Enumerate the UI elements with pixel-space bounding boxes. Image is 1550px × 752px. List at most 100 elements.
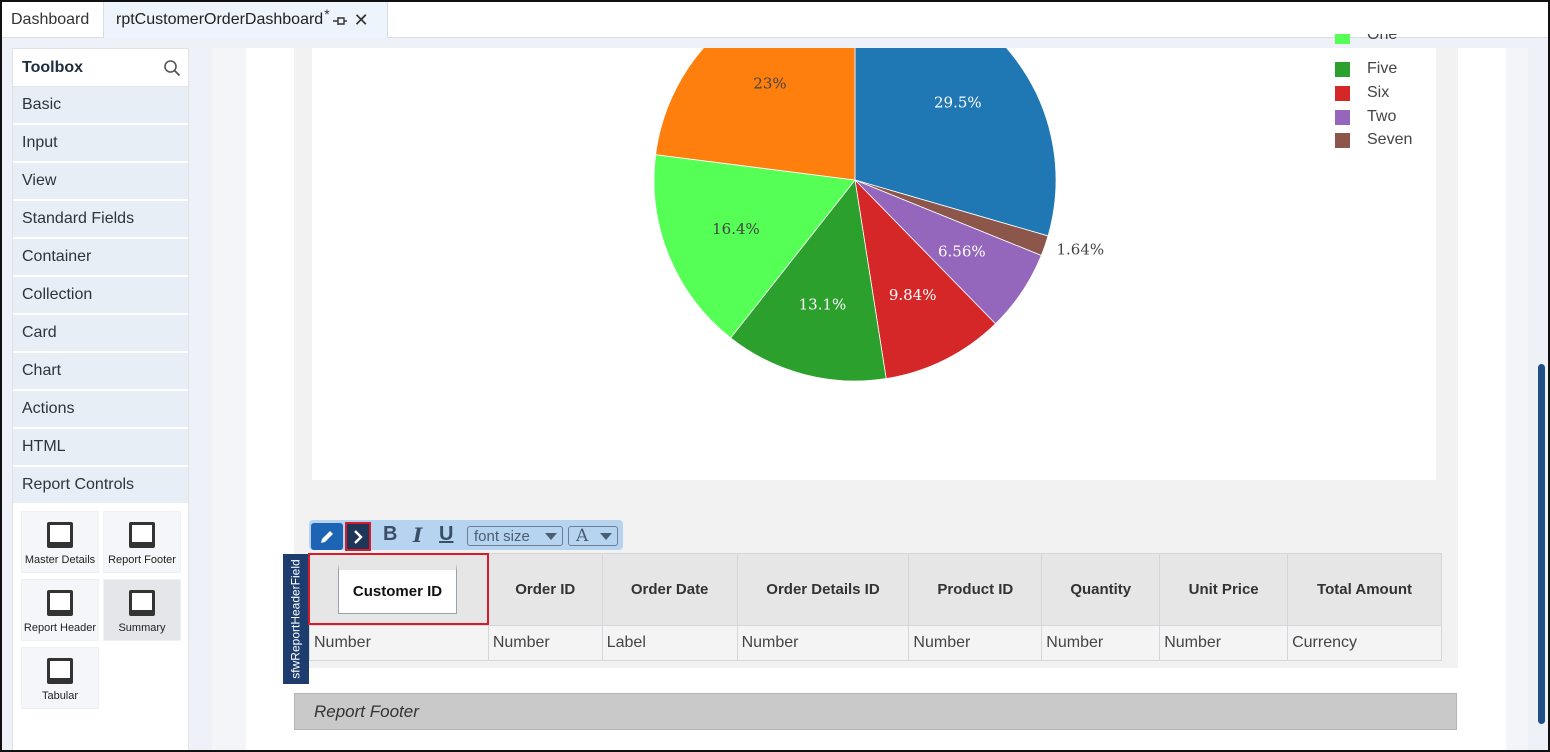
- toolbox-category-label: Input: [22, 134, 58, 151]
- tool-label: Master Details: [24, 554, 96, 566]
- toolbox-category-actions[interactable]: Actions: [13, 391, 188, 429]
- tool-label: Summary: [118, 622, 166, 634]
- field-type-cell[interactable]: Number: [309, 624, 489, 662]
- legend-label: Five: [1367, 60, 1398, 77]
- tab-rpt-customer-order-dashboard[interactable]: rptCustomerOrderDashboard * ✕: [104, 2, 388, 38]
- tool-master-details[interactable]: Master Details: [21, 511, 99, 573]
- legend-label: One: [1367, 34, 1398, 43]
- control-icon: [47, 658, 73, 684]
- tool-label: Tabular: [41, 690, 79, 702]
- toolbox-category-container[interactable]: Container: [13, 239, 188, 277]
- column-header-order-details-id[interactable]: Order Details ID: [736, 553, 910, 626]
- toolbox-category-label: Chart: [22, 362, 62, 379]
- legend-swatch: [1335, 85, 1350, 101]
- underline-button[interactable]: U: [439, 523, 453, 546]
- report-footer-section[interactable]: Report Footer: [294, 693, 1457, 730]
- modified-indicator: *: [324, 6, 330, 22]
- next-button[interactable]: [345, 522, 371, 551]
- close-icon[interactable]: ✕: [354, 11, 369, 29]
- column-header-unit-price[interactable]: Unit Price: [1159, 553, 1289, 626]
- bold-button[interactable]: B: [383, 523, 397, 546]
- pie-slice-label: 29.5%: [934, 94, 982, 112]
- tool-label: Report Header: [23, 622, 97, 634]
- field-type-cell[interactable]: Currency: [1287, 624, 1442, 662]
- tab-report-label: rptCustomerOrderDashboard: [116, 11, 324, 28]
- tool-report-header[interactable]: Report Header: [21, 579, 99, 641]
- column-header-order-id[interactable]: Order ID: [487, 553, 603, 626]
- toolbox-category-label: Actions: [22, 400, 75, 417]
- tool-label: Report Footer: [108, 554, 176, 566]
- legend-label: Two: [1367, 108, 1397, 125]
- chevron-down-icon: [545, 533, 557, 540]
- toolbox-category-card[interactable]: Card: [13, 315, 188, 353]
- toolbox-category-collection[interactable]: Collection: [13, 277, 188, 315]
- toolbox-category-label: Report Controls: [22, 476, 135, 493]
- column-header-quantity[interactable]: Quantity: [1041, 553, 1161, 626]
- tab-dashboard[interactable]: Dashboard: [2, 2, 104, 38]
- legend-item-one[interactable]: One: [1335, 34, 1397, 48]
- field-type-label: Label: [606, 633, 646, 651]
- field-type-cell[interactable]: Number: [908, 624, 1043, 662]
- tool-report-footer[interactable]: Report Footer: [103, 511, 181, 573]
- pie-slice-label: 9.84%: [889, 286, 937, 304]
- pin-icon[interactable]: [332, 14, 348, 28]
- table-row: Number Number Label Number Number Number…: [309, 624, 1442, 662]
- legend-swatch: [1335, 132, 1350, 148]
- column-header-label: Unit Price: [1188, 580, 1259, 598]
- toolbox-category-standard-fields[interactable]: Standard Fields: [13, 201, 188, 239]
- column-header-label: Order Date: [630, 580, 709, 598]
- column-header-label: Product ID: [937, 580, 1014, 598]
- legend-item-seven[interactable]: Seven: [1335, 131, 1412, 149]
- tool-tabular[interactable]: Tabular: [21, 647, 99, 709]
- column-header-product-id[interactable]: Product ID: [908, 553, 1043, 626]
- toolbox-category-label: View: [22, 172, 57, 189]
- toolbox-category-view[interactable]: View: [13, 163, 188, 201]
- customer-id-label: Customer ID: [352, 583, 443, 600]
- toolbox-category-chart[interactable]: Chart: [13, 353, 188, 391]
- font-size-label: font size: [474, 527, 530, 545]
- column-header-label: Order Details ID: [766, 580, 880, 598]
- control-icon: [129, 590, 155, 616]
- control-icon: [47, 522, 73, 548]
- field-type-cell[interactable]: Number: [487, 624, 603, 662]
- report-header-field-label: sfwReportHeaderField: [289, 559, 304, 679]
- column-header-order-date[interactable]: Order Date: [601, 553, 738, 626]
- toolbox-category-basic[interactable]: Basic: [13, 87, 188, 125]
- legend-item-five[interactable]: Five: [1335, 60, 1397, 78]
- pie-slice-label: 13.1%: [799, 295, 847, 313]
- pie-slice-label: 1.64%: [1056, 240, 1104, 258]
- font-color-label: A: [576, 526, 589, 546]
- tool-summary[interactable]: Summary: [103, 579, 181, 641]
- pie-slice-label: 6.56%: [938, 243, 986, 261]
- column-header-label: Total Amount: [1317, 580, 1413, 598]
- field-type-cell[interactable]: Number: [736, 624, 910, 662]
- customer-id-header-field[interactable]: Customer ID: [338, 564, 457, 614]
- pie-slice-label: 16.4%: [712, 220, 760, 238]
- italic-button[interactable]: I: [413, 523, 422, 547]
- toolbox-category-label: Basic: [22, 96, 62, 113]
- control-icon: [129, 522, 155, 548]
- toolbox-category-html[interactable]: HTML: [13, 429, 188, 467]
- legend-item-six[interactable]: Six: [1335, 84, 1389, 102]
- toolbox-category-report-controls[interactable]: Report Controls: [13, 467, 188, 505]
- edit-button[interactable]: [311, 523, 343, 550]
- font-color-select[interactable]: A: [568, 526, 618, 546]
- report-controls-grid: Master Details Report Footer Report Head…: [13, 505, 188, 715]
- toolbox-category-label: Card: [22, 324, 57, 341]
- vertical-scrollbar[interactable]: [1538, 364, 1545, 724]
- toolbox-category-label: HTML: [22, 438, 66, 455]
- field-type-cell[interactable]: Number: [1159, 624, 1289, 662]
- chevron-down-icon: [600, 533, 612, 540]
- search-icon[interactable]: [163, 59, 181, 77]
- toolbox-header: Toolbox: [13, 49, 188, 87]
- font-size-select[interactable]: font size: [467, 526, 563, 546]
- column-header-label: Quantity: [1070, 580, 1132, 598]
- column-header-label: Order ID: [515, 580, 576, 598]
- field-type-cell[interactable]: Number: [1041, 624, 1161, 662]
- legend-swatch: [1335, 34, 1350, 44]
- legend-item-two[interactable]: Two: [1335, 108, 1396, 126]
- toolbox-category-label: Collection: [22, 286, 93, 303]
- column-header-total-amount[interactable]: Total Amount: [1287, 553, 1442, 626]
- toolbox-category-input[interactable]: Input: [13, 125, 188, 163]
- field-type-cell[interactable]: Label: [601, 624, 738, 662]
